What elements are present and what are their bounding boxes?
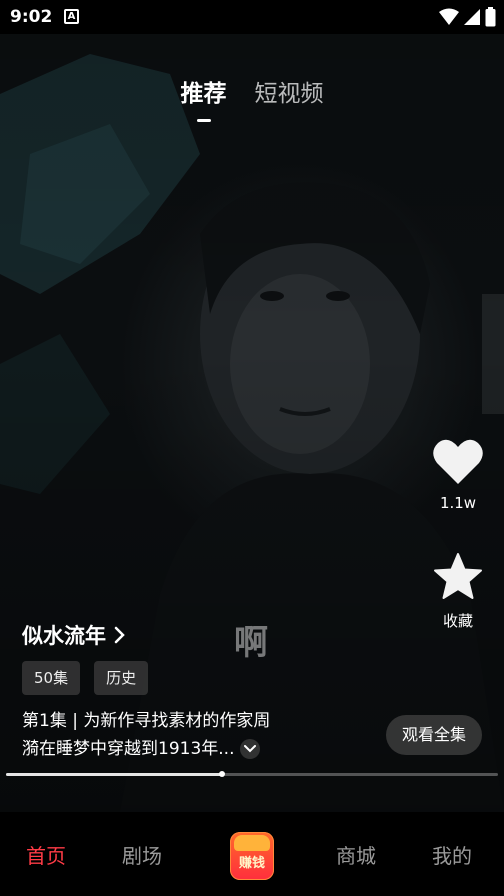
star-icon bbox=[434, 553, 482, 599]
status-bar: 9:02 A bbox=[0, 0, 504, 34]
tab-short-video-label: 短视频 bbox=[254, 81, 324, 107]
video-player[interactable] bbox=[0, 34, 504, 812]
status-icons bbox=[439, 7, 496, 27]
nav-earn-button[interactable]: 赚钱 bbox=[230, 832, 274, 880]
wifi-icon bbox=[439, 8, 459, 25]
tab-recommend[interactable]: 推荐 bbox=[180, 74, 227, 122]
like-button[interactable]: 1.1w bbox=[430, 438, 486, 512]
like-count: 1.1w bbox=[439, 494, 477, 512]
tab-recommend-label: 推荐 bbox=[180, 81, 227, 107]
description-line-2-text: 漪在睡梦中穿越到1913年... bbox=[22, 739, 235, 759]
favorite-label: 收藏 bbox=[442, 612, 473, 630]
video-watermark: 啊 bbox=[234, 623, 268, 663]
nav-mine[interactable]: 我的 bbox=[432, 840, 472, 869]
drama-title-link[interactable]: 似水流年 bbox=[22, 620, 126, 650]
tab-active-indicator bbox=[196, 119, 211, 122]
playback-progress-bar[interactable] bbox=[6, 771, 498, 777]
video-overlay bbox=[0, 34, 504, 812]
nav-mall[interactable]: 商城 bbox=[336, 840, 376, 869]
description-line-1: 第1集 | 为新作寻找素材的作家周 bbox=[22, 711, 271, 731]
drama-description[interactable]: 第1集 | 为新作寻找素材的作家周 漪在睡梦中穿越到1913年... bbox=[22, 707, 342, 763]
top-tabs: 推荐 短视频 bbox=[0, 74, 504, 122]
playback-progress-fill bbox=[6, 773, 223, 776]
status-time: 9:02 bbox=[10, 7, 53, 27]
tag-episodes[interactable]: 50集 bbox=[22, 661, 81, 695]
nav-earn-label: 赚钱 bbox=[238, 856, 265, 871]
tag-genre[interactable]: 历史 bbox=[94, 661, 149, 695]
drama-tags: 50集 历史 bbox=[22, 661, 149, 695]
battery-icon bbox=[485, 7, 496, 27]
bottom-nav: 首页 剧场 赚钱 商城 我的 bbox=[0, 812, 504, 896]
notification-a-icon: A bbox=[64, 9, 79, 24]
favorite-button[interactable]: 收藏 bbox=[430, 552, 486, 631]
chevron-down-icon[interactable] bbox=[240, 739, 261, 759]
red-envelope-icon bbox=[234, 835, 270, 851]
signal-icon bbox=[464, 9, 480, 25]
tab-short-video[interactable]: 短视频 bbox=[255, 74, 324, 108]
nav-theater[interactable]: 剧场 bbox=[122, 840, 162, 869]
description-line-2: 漪在睡梦中穿越到1913年... bbox=[22, 735, 342, 763]
watch-all-button[interactable]: 观看全集 bbox=[385, 715, 482, 755]
heart-icon bbox=[433, 439, 483, 484]
drama-title: 似水流年 bbox=[22, 624, 106, 648]
nav-home[interactable]: 首页 bbox=[26, 840, 66, 869]
chevron-right-icon bbox=[114, 626, 125, 644]
